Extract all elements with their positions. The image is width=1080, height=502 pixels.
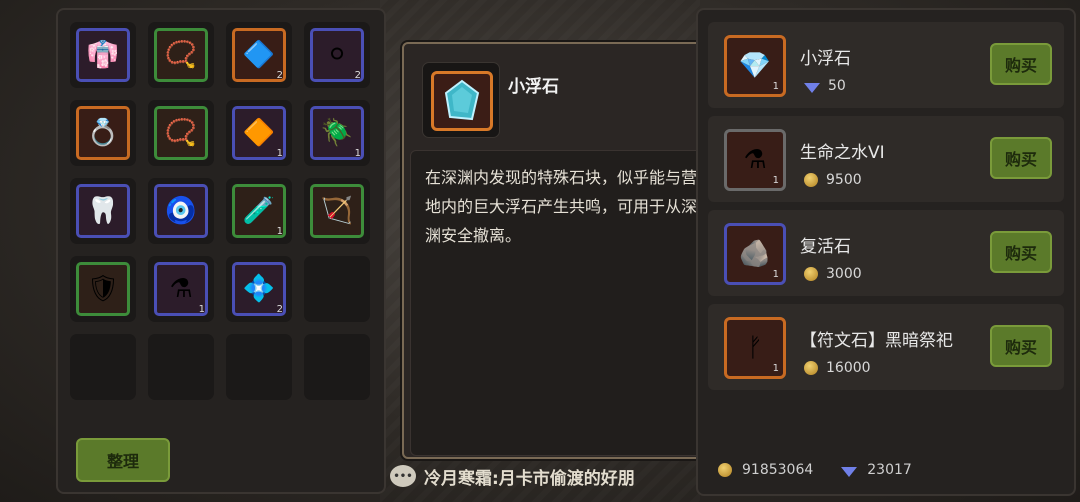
item-count: 1 (354, 148, 361, 159)
inventory-slot[interactable] (304, 334, 370, 400)
necklace-icon: 📿 (164, 40, 198, 70)
gold-coin-icon (804, 267, 818, 281)
shop-item-row: ᚠ 1 【符文石】黑暗祭祀 16000 购买 (708, 304, 1064, 390)
shop-item-price: 3000 (804, 266, 862, 282)
inventory-slot[interactable]: 🛡 (70, 256, 136, 322)
tooltip-description: 在深渊内发现的特殊石块，似乎能与营地内的巨大浮石产生共鸣，可用于从深渊安全撤离。 (410, 150, 720, 456)
item-count: 2 (276, 304, 283, 315)
buy-button[interactable]: 购买 (990, 137, 1052, 179)
gem-icon (804, 83, 820, 93)
buy-button[interactable]: 购买 (990, 325, 1052, 367)
gold-coin-icon (804, 173, 818, 187)
item-count: 2 (276, 70, 283, 81)
shop-item-row: ⚗ 1 生命之水VI 9500 购买 (708, 116, 1064, 202)
rune-stone-icon: ᚠ1 (724, 317, 786, 379)
inventory-slot[interactable]: 📿 (148, 22, 214, 88)
item-count: 1 (772, 81, 779, 92)
inventory-slot[interactable]: 🦷 (70, 178, 136, 244)
buy-button[interactable]: 购买 (990, 43, 1052, 85)
item-count: 2 (354, 70, 361, 81)
inventory-slot[interactable]: ⚪ 2 (304, 22, 370, 88)
inventory-slot[interactable] (304, 256, 370, 322)
inventory-slot[interactable]: 🔶 1 (226, 100, 292, 166)
amber-gem-icon: 🔶 (242, 118, 276, 148)
shop-item-price: 50 (804, 78, 846, 94)
shop-panel: 💎 1 小浮石 50 购买 ⚗ 1 生命之水VI 9500 购买 🪨 1 复活石 3000 购买 ᚠ 1 【符文石… (696, 8, 1076, 496)
tooltip-item-slot (422, 62, 500, 138)
scarab-icon: 🪲 (320, 118, 354, 148)
shop-item-price: 9500 (804, 172, 862, 188)
inventory-slot[interactable]: 🔷 2 (226, 22, 292, 88)
inventory-slot[interactable]: 📿 (148, 100, 214, 166)
item-count: 1 (276, 148, 283, 159)
item-count: 1 (276, 226, 283, 237)
sort-button[interactable]: 整理 (76, 438, 170, 482)
tooltip-item-name: 小浮石 (508, 77, 559, 97)
inventory-slot[interactable]: 💠 2 (226, 256, 292, 322)
shop-item-row: 🪨 1 复活石 3000 购买 (708, 210, 1064, 296)
chat-ticker[interactable]: ••• 冷月寒霜:月卡市偷渡的好朋 (390, 460, 635, 492)
currency-bar: 91853064 23017 (718, 462, 912, 478)
inventory-slot[interactable] (70, 334, 136, 400)
gem-amount: 23017 (841, 462, 912, 478)
chat-message: 冷月寒霜:月卡市偷渡的好朋 (424, 468, 635, 489)
red-potion-icon: ⚗ (169, 274, 193, 304)
shop-item-name: 生命之水VI (800, 143, 885, 163)
inventory-panel: 👘 📿 🔷 2 ⚪ 2 💍 📿 🔶 1 🪲 1 🦷 🧿 🧪 1 🏹 🛡 ⚗ 1 💠 2 整理 (56, 8, 386, 494)
floating-stone-icon: 💎 1 (724, 35, 786, 97)
inventory-slot[interactable] (226, 334, 292, 400)
revive-stone-icon: 🪨 1 (724, 223, 786, 285)
buy-button[interactable]: 购买 (990, 231, 1052, 273)
item-glyph: ⚗ (743, 145, 767, 175)
inventory-slot[interactable]: 🧪 1 (226, 178, 292, 244)
shop-item-name: 小浮石 (800, 49, 851, 69)
bow-icon: 🏹 (320, 196, 354, 226)
fang-necklace-icon: 🦷 (86, 196, 120, 226)
item-count: 1 (198, 304, 205, 315)
item-glyph: 💎 (738, 51, 772, 81)
inventory-slot[interactable]: 🧿 (148, 178, 214, 244)
blue-stone-icon: 💠 (242, 274, 276, 304)
gold-coin-icon (804, 361, 818, 375)
item-glyph: 🪨 (738, 239, 772, 269)
chest-armor-icon: 🛡 (86, 274, 120, 304)
armor-icon: 👘 (86, 40, 120, 70)
inventory-grid: 👘 📿 🔷 2 ⚪ 2 💍 📿 🔶 1 🪲 1 🦷 🧿 🧪 1 🏹 🛡 ⚗ 1 💠 2 (70, 22, 370, 400)
inventory-slot[interactable]: ⚗ 1 (148, 256, 214, 322)
red-potion-icon: ⚗ 1 (724, 129, 786, 191)
crystal-icon: 🔷 (242, 40, 276, 70)
gold-amount: 91853064 (718, 462, 813, 478)
item-count: 1 (772, 363, 779, 374)
inventory-slot[interactable]: 💍 (70, 100, 136, 166)
ring-icon: 💍 (86, 118, 120, 148)
shop-item-price: 16000 (804, 360, 871, 376)
shop-item-name: 【符文石】黑暗祭祀 (800, 331, 953, 351)
gold-coin-icon (718, 463, 732, 477)
inventory-slot[interactable]: 🏹 (304, 178, 370, 244)
gem-icon (841, 467, 858, 477)
orb-icon: ⚪ (326, 40, 348, 70)
inventory-slot[interactable]: 🪲 1 (304, 100, 370, 166)
shop-item-name: 复活石 (800, 237, 851, 257)
item-count: 1 (772, 269, 779, 280)
inventory-slot[interactable]: 👘 (70, 22, 136, 88)
potion-vial-icon: 🧪 (242, 196, 276, 226)
chat-bubble-icon: ••• (390, 465, 416, 487)
floating-stone-icon (431, 71, 493, 131)
item-glyph: ᚠ (747, 333, 763, 363)
amulet-icon: 🧿 (164, 196, 198, 226)
shop-item-row: 💎 1 小浮石 50 购买 (708, 22, 1064, 108)
necklace-icon: 📿 (164, 118, 198, 148)
item-count: 1 (772, 175, 779, 186)
item-tooltip: 小浮石 在深渊内发现的特殊石块，似乎能与营地内的巨大浮石产生共鸣，可用于从深渊安… (402, 42, 726, 459)
inventory-slot[interactable] (148, 334, 214, 400)
